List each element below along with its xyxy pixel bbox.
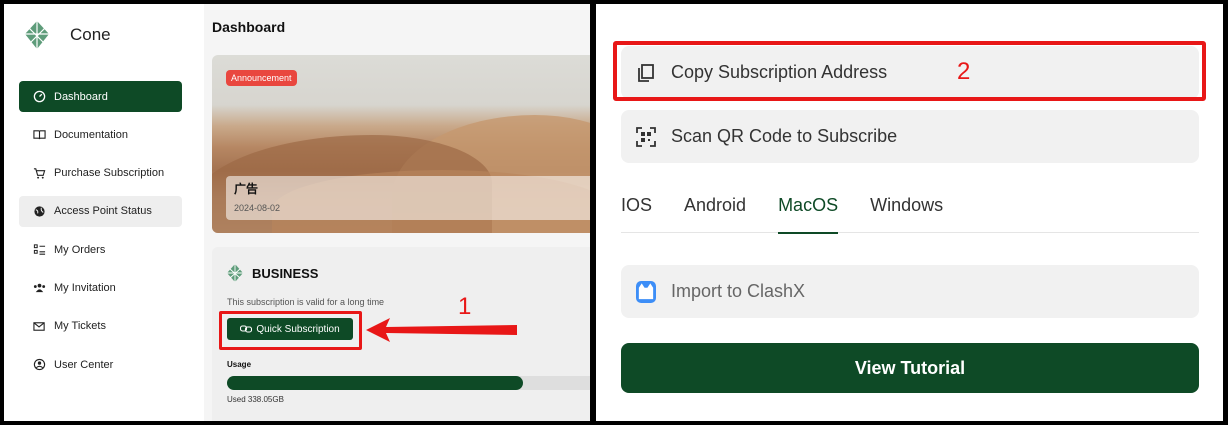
platform-tabs: IOS Android MacOS Windows <box>621 190 1199 234</box>
announcement-info: 广告 2024-08-02 <box>226 176 590 220</box>
sidebar-item-dashboard[interactable]: Dashboard <box>19 81 182 112</box>
list-icon <box>32 243 46 257</box>
tab-android[interactable]: Android <box>684 190 746 233</box>
sidebar-item-my-invitation[interactable]: My Invitation <box>19 272 182 303</box>
user-circle-icon <box>32 358 46 372</box>
sidebar-item-my-tickets[interactable]: My Tickets <box>19 311 182 342</box>
plan-name: BUSINESS <box>252 265 319 281</box>
sidebar-item-documentation[interactable]: Documentation <box>19 119 182 150</box>
usage-progress-bar <box>227 376 590 390</box>
sidebar-item-access-point-status[interactable]: Access Point Status <box>19 195 182 227</box>
import-to-clashx-label: Import to ClashX <box>671 281 806 301</box>
import-to-clashx-button[interactable]: Import to ClashX <box>621 265 1199 318</box>
announcement-date: 2024-08-02 <box>234 203 281 213</box>
tab-ios[interactable]: IOS <box>621 190 652 233</box>
sidebar-nav: Dashboard Documentation Purchase Subscri… <box>19 81 182 387</box>
tab-macos[interactable]: MacOS <box>778 190 839 234</box>
clashx-cat-icon <box>636 280 656 303</box>
sidebar-item-label: Documentation <box>54 128 128 141</box>
sidebar-item-label: Purchase Subscription <box>54 167 165 180</box>
usage-progress-fill <box>227 376 523 390</box>
sidebar-item-label: My Orders <box>54 243 106 256</box>
plan-description: This subscription is valid for a long ti… <box>227 297 385 307</box>
sidebar-item-label: Access Point Status <box>54 205 152 218</box>
globe-icon <box>32 204 46 218</box>
mail-icon <box>32 319 46 333</box>
qr-code-icon <box>636 126 656 147</box>
book-icon <box>32 128 46 142</box>
dashboard-icon <box>32 90 46 104</box>
step-number-1: 1 <box>458 293 472 320</box>
pinecone-plan-icon <box>227 264 243 282</box>
sidebar-item-my-orders[interactable]: My Orders <box>19 234 182 265</box>
usage-text: Used 338.05GB <box>227 395 284 404</box>
announcement-title: 广告 <box>234 182 259 196</box>
view-tutorial-button[interactable]: View Tutorial <box>621 343 1199 393</box>
people-icon <box>32 281 46 295</box>
red-arrow-icon <box>366 318 517 342</box>
step-number-2: 2 <box>957 58 971 85</box>
app-name: Cone <box>70 25 111 44</box>
highlight-box-2 <box>613 41 1206 101</box>
scan-qr-code-label: Scan QR Code to Subscribe <box>671 126 898 146</box>
view-tutorial-label: View Tutorial <box>854 357 966 378</box>
right-screenshot: Copy Subscription Address 2 Scan QR Code… <box>596 4 1223 421</box>
sidebar-item-label: User Center <box>54 358 114 371</box>
announcement-banner[interactable]: Announcement 广告 2024-08-02 <box>212 55 590 233</box>
scan-qr-code-button[interactable]: Scan QR Code to Subscribe <box>621 110 1199 163</box>
clashx-icon-wrap <box>636 280 656 303</box>
left-screenshot: Cone Dashboard Documentation Purchase Su… <box>4 4 590 421</box>
sidebar: Cone Dashboard Documentation Purchase Su… <box>4 4 204 421</box>
sidebar-item-label: My Invitation <box>54 281 116 294</box>
sidebar-item-user-center[interactable]: User Center <box>19 349 182 380</box>
sidebar-item-purchase-subscription[interactable]: Purchase Subscription <box>19 158 182 189</box>
page-title: Dashboard <box>212 19 286 35</box>
pinecone-logo-icon <box>25 21 49 49</box>
sidebar-item-label: My Tickets <box>54 320 106 333</box>
logo[interactable]: Cone <box>24 20 111 50</box>
highlight-box-1 <box>219 311 362 350</box>
cart-icon <box>32 166 46 180</box>
tab-windows[interactable]: Windows <box>870 190 943 233</box>
plan-header: BUSINESS <box>226 263 318 283</box>
announcement-badge: Announcement <box>226 70 297 86</box>
sidebar-item-label: Dashboard <box>54 90 108 103</box>
usage-label: Usage <box>227 360 252 369</box>
main-content: Dashboard Announcement 广告 2024-08-02 BUS… <box>204 4 590 421</box>
